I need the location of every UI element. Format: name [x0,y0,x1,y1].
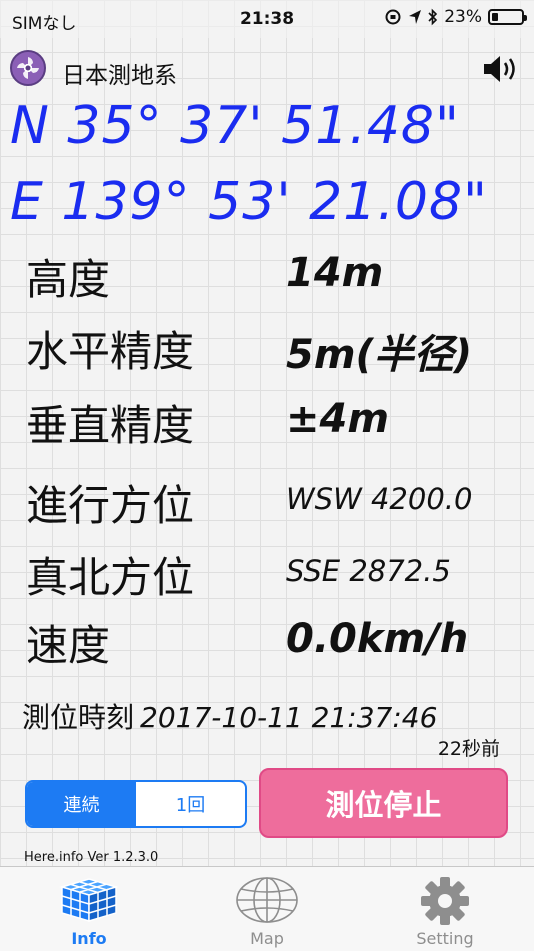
datum-label: 日本測地系 [62,63,177,89]
pinwheel-icon [17,57,39,79]
true-north-label: 真北方位 [26,553,195,602]
fix-time: 測位時刻 2017-10-11 21:37:46 [22,696,437,736]
speed-label: 速度 [26,621,111,670]
stop-positioning-button[interactable]: 測位停止 [259,768,508,838]
version-label: Here.info Ver 1.2.3.0 [24,850,159,865]
latitude-value: N 35° 37' 51.48" [10,96,460,156]
fix-timestamp: 2017-10-11 21:37:46 [140,701,438,734]
altitude-label: 高度 [26,255,111,304]
heading-value: WSW 4200.0 [286,482,473,516]
longitude-value: E 139° 53' 21.08" [10,172,488,232]
true-north-value: SSE 2872.5 [286,554,451,588]
speed-value: 0.0km/h [286,616,469,662]
battery-level [492,13,499,21]
mode-segmented-control: 連続 1回 [25,780,247,828]
speaker-icon[interactable] [482,52,520,86]
status-indicators: 23% [384,7,527,27]
battery-icon [488,9,527,25]
vertical-accuracy-label: 垂直精度 [26,401,195,450]
tab-info[interactable]: Info [0,867,178,951]
fix-ago: 22秒前 [437,738,500,760]
header: 日本測地系 [0,46,534,92]
globe-icon [236,877,298,923]
tab-map-label: Map [250,929,284,948]
tab-setting-label: Setting [416,929,474,948]
orientation-lock-icon [385,9,401,25]
location-arrow-icon [409,10,422,24]
horizontal-accuracy-label: 水平精度 [26,327,195,376]
gear-icon [421,877,469,925]
cube-grid-icon [59,878,119,923]
horizontal-accuracy-value: 5m(半径) [286,332,473,378]
app-logo-icon[interactable] [10,50,46,86]
status-bar: SIMなし 21:38 23% [0,0,534,38]
mode-once-button[interactable]: 1回 [136,782,245,826]
mode-continuous-button[interactable]: 連続 [27,782,136,826]
tab-map[interactable]: Map [178,867,356,951]
heading-label: 進行方位 [26,481,195,530]
tab-setting[interactable]: Setting [356,867,534,951]
tab-info-label: Info [71,929,107,948]
vertical-accuracy-value: ±4m [286,396,390,442]
bluetooth-icon [428,8,438,26]
fix-time-label: 測位時刻 [22,701,135,734]
altitude-value: 14m [286,250,384,296]
battery-percent: 23% [444,7,482,27]
tab-bar: Info Map Setting [0,866,534,951]
